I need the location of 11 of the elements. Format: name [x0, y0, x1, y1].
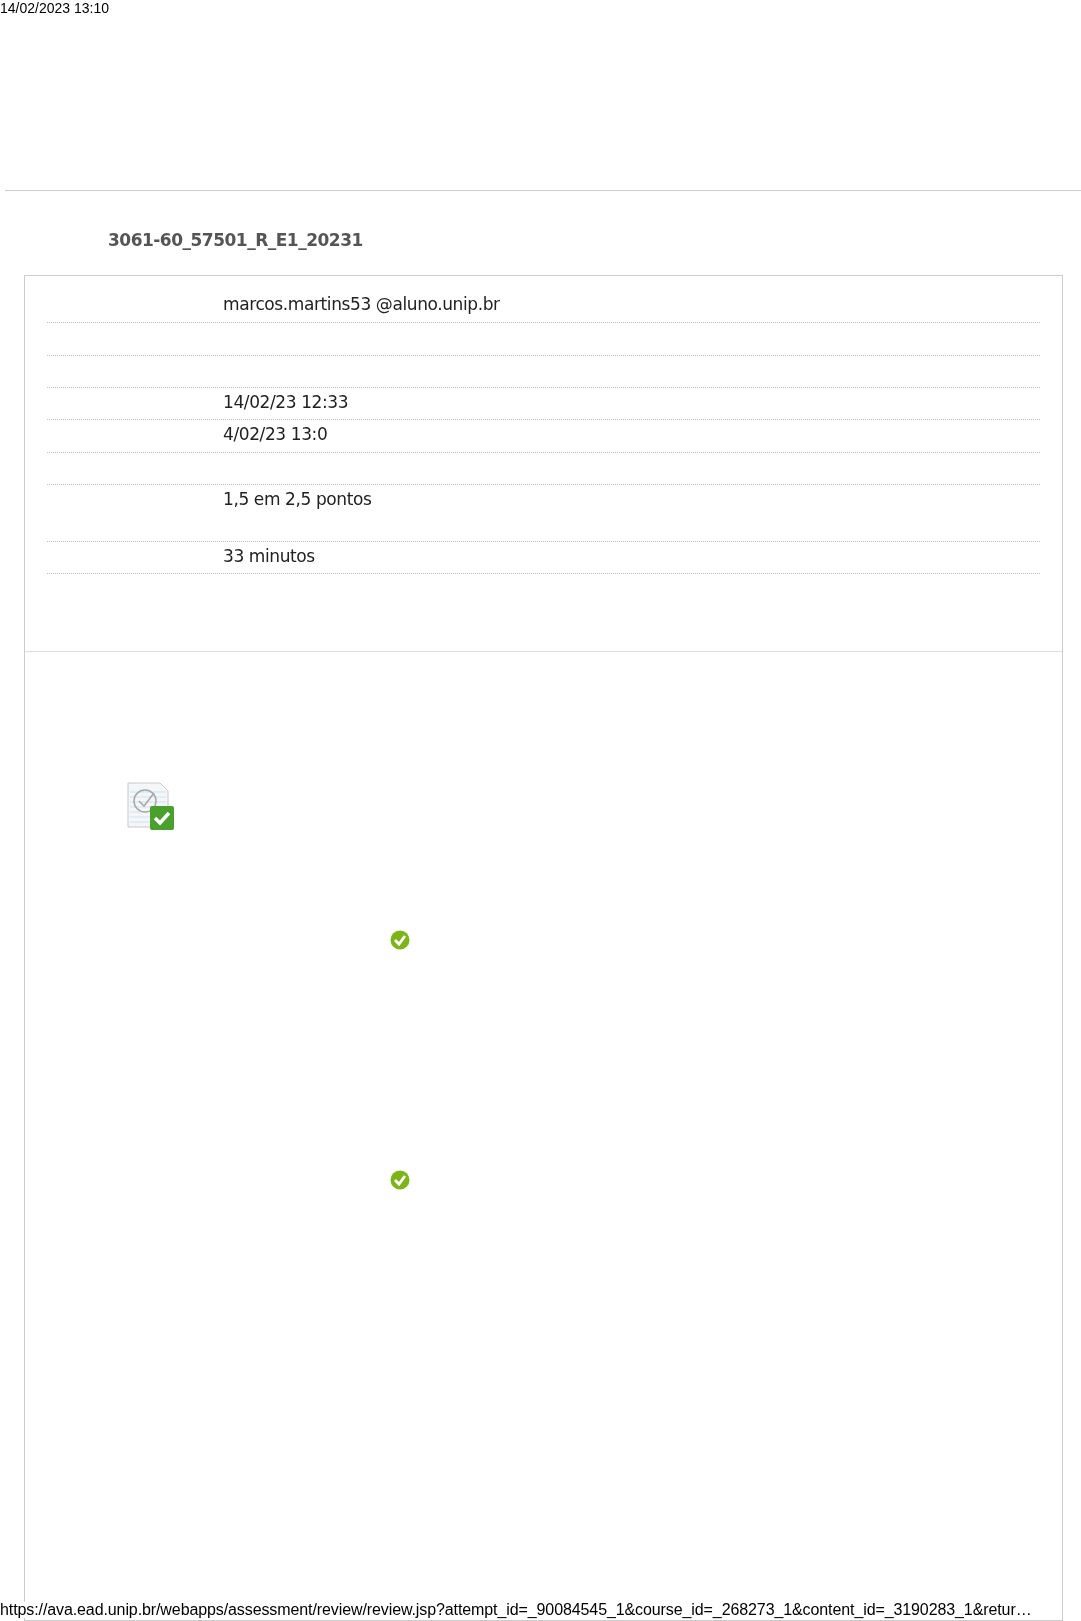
check-icon [390, 930, 410, 950]
test-document-icon [126, 782, 176, 832]
print-date: 14/02/2023 13:10 [0, 0, 109, 16]
detail-value: 1,5 em 2,5 pontos [223, 489, 372, 509]
detail-value: 4/02/23 13:0 [223, 424, 328, 444]
test-title: 3061-60_57501_R_E1_20231 [108, 229, 363, 252]
detail-value: marcos.martins53 @aluno.unip.br [223, 294, 500, 314]
print-url: https://ava.ead.unip.br/webapps/assessment/review/review.jsp?attempt_id=_90084545_1&course_id=_268273_1&content_id=_3190283_1&retur… [0, 1602, 1032, 1618]
check-icon [390, 1170, 410, 1190]
detail-value: 14/02/23 12:33 [223, 392, 349, 412]
detail-value: 33 minutos [223, 546, 315, 566]
